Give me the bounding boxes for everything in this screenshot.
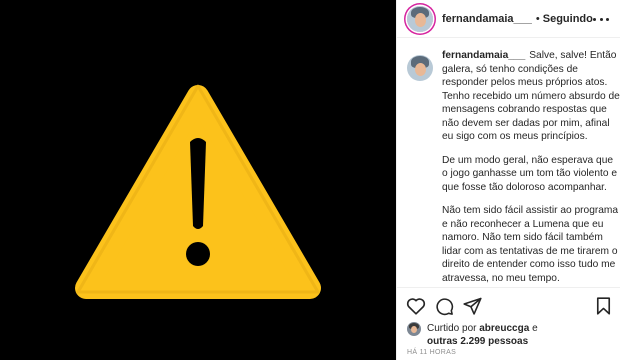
following-button[interactable]: Seguindo bbox=[543, 13, 593, 25]
likes-prefix: Curtido por bbox=[427, 323, 477, 334]
likes-count[interactable]: outras 2.299 pessoas bbox=[427, 336, 528, 347]
caption-username[interactable]: fernandamaia___ bbox=[442, 50, 525, 61]
caption-avatar[interactable] bbox=[407, 55, 433, 81]
likes-text: Curtido por abreuccga e outras 2.299 pes… bbox=[427, 322, 538, 348]
likes-connector: e bbox=[532, 323, 538, 334]
post-panel: fernandamaia___ • Seguindo fernandamaia_… bbox=[396, 0, 620, 360]
caption-row: fernandamaia___ Salve, salve! Então galer… bbox=[407, 49, 620, 287]
exclamation-dot bbox=[186, 242, 210, 266]
caption-paragraph-2: De um modo geral, não esperava que o jog… bbox=[442, 154, 617, 193]
more-options-icon[interactable] bbox=[593, 11, 609, 27]
caption-paragraph-3: Não tem sido fácil assistir ao programa … bbox=[442, 205, 619, 284]
liker-username[interactable]: abreuccga bbox=[479, 323, 529, 334]
share-icon[interactable] bbox=[463, 297, 482, 315]
caption-paragraph-1: Salve, salve! Então galera, só tenho con… bbox=[442, 50, 620, 142]
avatar[interactable] bbox=[407, 5, 433, 32]
caption-text: fernandamaia___ Salve, salve! Então galer… bbox=[442, 49, 620, 287]
post-header: fernandamaia___ • Seguindo bbox=[397, 0, 620, 38]
comment-icon[interactable] bbox=[435, 297, 454, 316]
post-media[interactable] bbox=[0, 0, 396, 360]
header-username[interactable]: fernandamaia___ bbox=[442, 13, 532, 25]
header-separator: • bbox=[535, 12, 540, 25]
likes-row: Curtido por abreuccga e outras 2.299 pes… bbox=[407, 322, 617, 348]
liker-avatar[interactable] bbox=[407, 322, 421, 336]
warning-icon bbox=[75, 84, 321, 299]
bookmark-icon[interactable] bbox=[596, 297, 611, 315]
action-bar bbox=[397, 287, 620, 319]
heart-icon[interactable] bbox=[406, 297, 426, 315]
post-timestamp[interactable]: HÁ 11 HORAS bbox=[407, 349, 456, 356]
comments-area[interactable]: fernandamaia___ Salve, salve! Então galer… bbox=[397, 49, 620, 287]
